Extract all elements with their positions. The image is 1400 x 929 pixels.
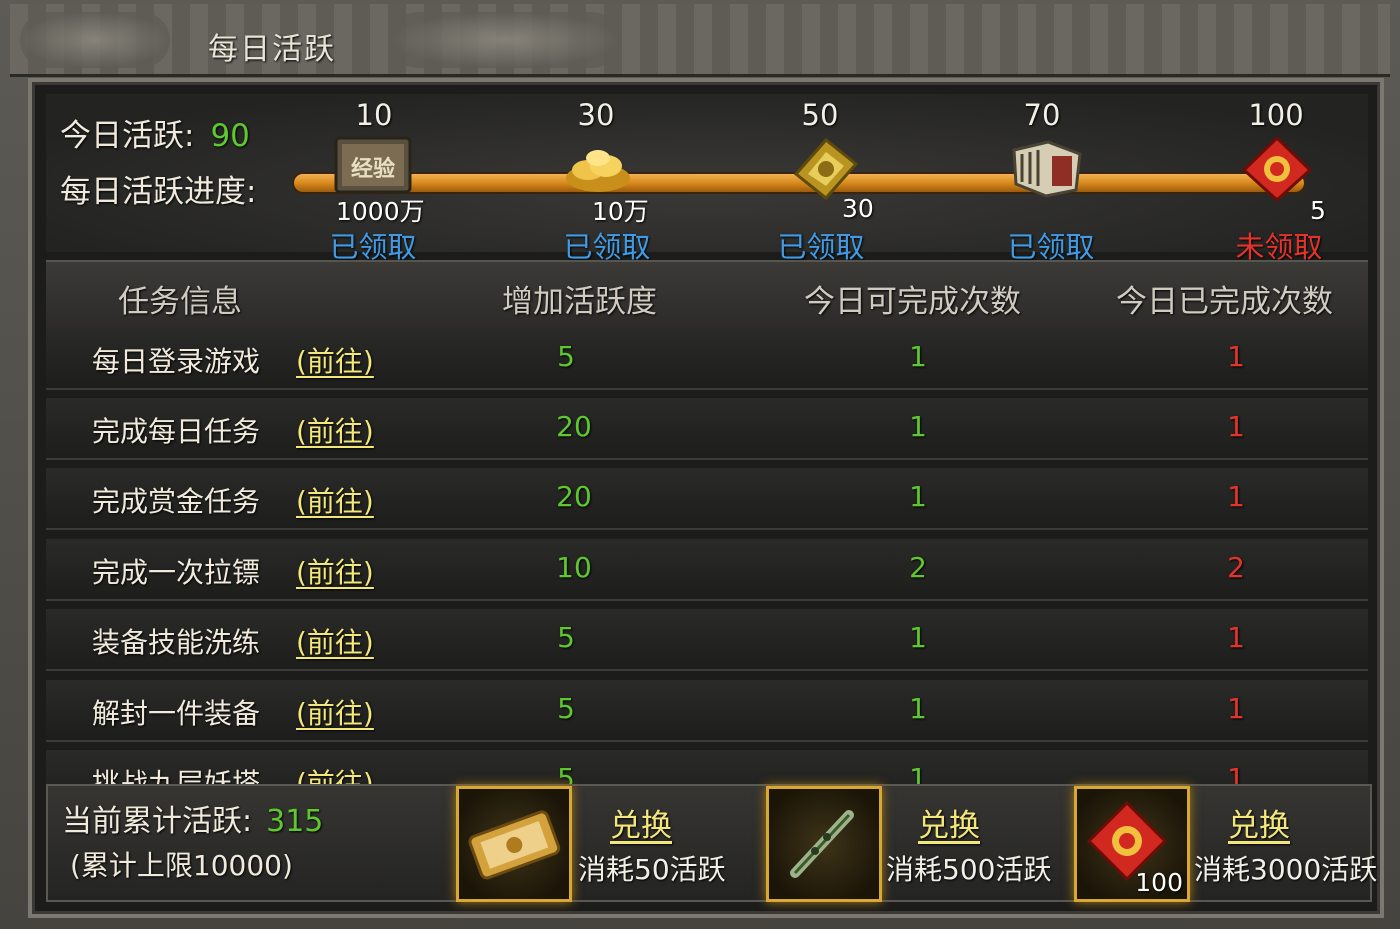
exchange-slot[interactable]: [766, 786, 882, 902]
goto-link[interactable]: (前往): [296, 480, 374, 520]
task-points: 5: [557, 692, 575, 725]
table-row: 解封一件装备 (前往) 5 1 1: [46, 680, 1368, 742]
milestone-reward-count: 1000万: [336, 197, 425, 226]
exchange-button[interactable]: 兑换: [610, 800, 672, 845]
goto-link[interactable]: (前往): [296, 551, 374, 591]
exchange-item-count: 100: [1135, 868, 1183, 897]
total-activity: 当前累计活跃: 315: [62, 796, 323, 840]
milestone-threshold: 50: [801, 98, 839, 132]
exchange-cost: 消耗50活跃: [578, 853, 726, 886]
task-available: 1: [909, 692, 927, 725]
task-done: 1: [1227, 340, 1245, 373]
table-row: 完成一次拉镖 (前往) 10 2 2: [46, 539, 1368, 601]
table-row: 挑战九层妖塔 (前往) 5 1 1: [46, 750, 1368, 788]
jade-flute-icon: [790, 810, 854, 878]
task-name: 完成赏金任务: [92, 485, 261, 518]
dragon-ornament-icon: [20, 12, 170, 68]
task-points: 5: [557, 621, 575, 654]
today-activity-value: 90: [210, 118, 250, 154]
goto-link[interactable]: (前往): [296, 621, 374, 661]
milestone-reward-count: 10万: [592, 197, 649, 226]
title-bar[interactable]: 每日活跃: [10, 4, 1390, 77]
task-points: 20: [556, 410, 592, 443]
daily-activity-window: 每日活跃 今日活跃:90 每日活跃进度: 10 经验 1000万 已领取 30: [0, 0, 1400, 929]
total-activity-value: 315: [266, 804, 324, 839]
task-available: 1: [909, 480, 927, 513]
milestone-threshold: 100: [1248, 98, 1304, 132]
task-points: 10: [556, 551, 592, 584]
exchange-cost: 消耗500活跃: [886, 853, 1052, 886]
task-points: 5: [557, 340, 575, 373]
task-name: 每日登录游戏: [92, 345, 261, 378]
table-row: 完成赏金任务 (前往) 20 1 1: [46, 468, 1368, 530]
today-activity: 今日活跃: 90: [60, 110, 250, 155]
milestone-threshold: 70: [1023, 98, 1061, 132]
table-row: 装备技能洗练 (前往) 5 1 1: [46, 609, 1368, 671]
header-done: 今日已完成次数: [1116, 284, 1333, 320]
task-name: 解封一件装备: [92, 697, 261, 730]
today-activity-label: 今日活跃:: [60, 118, 195, 154]
milestone-threshold: 10: [355, 98, 393, 132]
window-title: 每日活跃: [208, 32, 336, 67]
task-available: 2: [909, 551, 927, 584]
task-done: 1: [1227, 410, 1245, 443]
exp-reward-name: 经验: [351, 156, 395, 182]
activity-progress-section: 今日活跃: 90 每日活跃进度: 10 经验 1000万 已领取 30 10万 …: [46, 94, 1368, 264]
main-panel: 今日活跃: 90 每日活跃进度: 10 经验 1000万 已领取 30 10万 …: [28, 78, 1384, 918]
total-activity-label: 当前累计活跃:: [62, 804, 253, 839]
task-done: 2: [1227, 551, 1245, 584]
task-done: 1: [1227, 480, 1245, 513]
exchange-slot[interactable]: [456, 786, 572, 902]
task-points: 20: [556, 480, 592, 513]
task-name: 完成每日任务: [92, 415, 261, 448]
header-points: 增加活跃度: [502, 284, 657, 320]
goto-link[interactable]: (前往): [296, 410, 374, 450]
milestone-reward-count: 30: [842, 194, 874, 223]
header-task-info: 任务信息: [118, 284, 242, 320]
ticket-icon: [468, 810, 561, 880]
table-row: 每日登录游戏 (前往) 5 1 1: [46, 328, 1368, 390]
header-available: 今日可完成次数: [804, 284, 1021, 320]
task-done: 1: [1227, 692, 1245, 725]
exchange-cost: 消耗3000活跃: [1194, 853, 1378, 886]
task-table-header: 任务信息 增加活跃度 今日可完成次数 今日已完成次数: [46, 260, 1368, 330]
skill-book-icon[interactable]: [1008, 134, 1086, 204]
task-done: 1: [1227, 621, 1245, 654]
task-name: 装备技能洗练: [92, 626, 261, 659]
total-limit: (累计上限10000): [70, 849, 293, 882]
milestone-reward-count: 5: [1310, 196, 1326, 225]
exchange-bar: 当前累计活跃: 315 (累计上限10000) 兑换 消耗50活跃 兑换 消耗5…: [46, 784, 1377, 902]
progress-label: 每日活跃进度:: [60, 174, 257, 210]
exchange-button[interactable]: 兑换: [1228, 800, 1290, 845]
exchange-slot[interactable]: 100: [1074, 786, 1190, 902]
task-list[interactable]: 每日登录游戏 (前往) 5 1 1 完成每日任务 (前往) 20 1 1 完成赏…: [46, 328, 1368, 788]
task-name: 完成一次拉镖: [92, 556, 261, 589]
table-row: 完成每日任务 (前往) 20 1 1: [46, 398, 1368, 460]
cloud-ornament-icon: [390, 12, 620, 68]
goto-link[interactable]: (前往): [296, 692, 374, 732]
task-available: 1: [909, 340, 927, 373]
exchange-button[interactable]: 兑换: [918, 800, 980, 845]
goto-link[interactable]: (前往): [296, 340, 374, 380]
red-envelope-icon[interactable]: [1238, 134, 1316, 204]
milestone-threshold: 30: [577, 98, 615, 132]
task-available: 1: [909, 410, 927, 443]
task-available: 1: [909, 621, 927, 654]
